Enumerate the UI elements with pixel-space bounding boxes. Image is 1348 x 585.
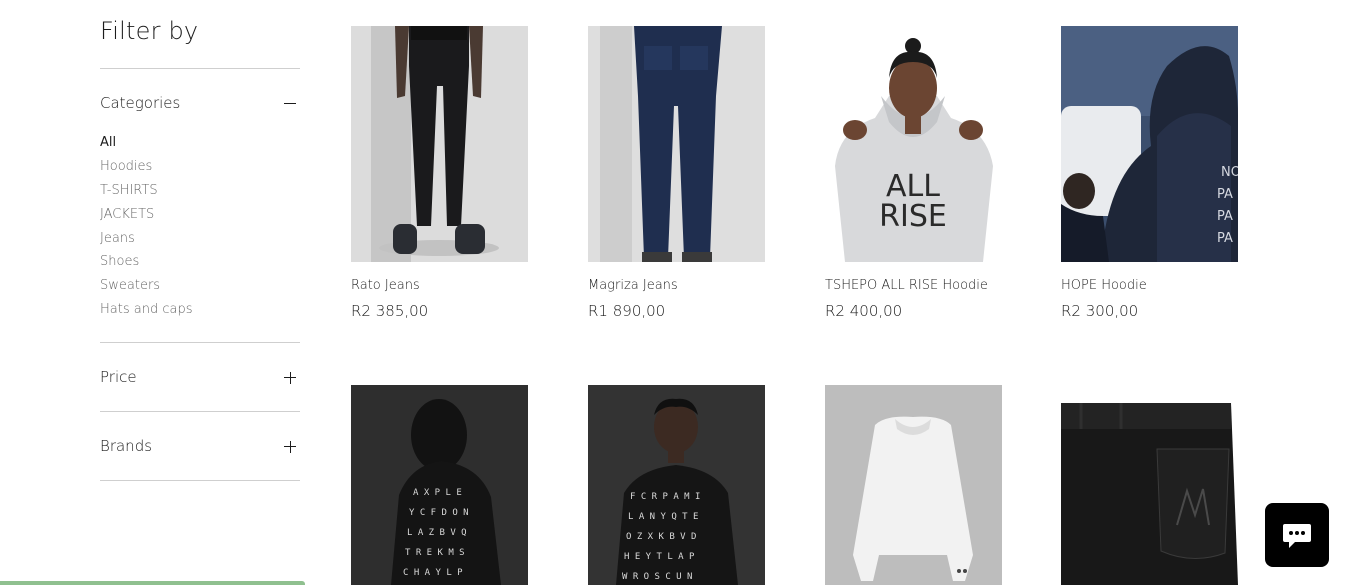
category-item-hats-and-caps[interactable]: Hats and caps bbox=[100, 301, 192, 325]
product-image[interactable]: F C R P A M I L A N Y Q T E O Z X K B V … bbox=[588, 385, 765, 585]
product-image[interactable] bbox=[588, 26, 765, 262]
price-section-toggle[interactable]: Price bbox=[100, 368, 300, 388]
chat-bubble-icon bbox=[1283, 524, 1311, 548]
svg-text:A X P L E: A X P L E bbox=[413, 488, 462, 498]
categories-section-toggle[interactable]: Categories bbox=[100, 94, 300, 114]
category-item-hoodies[interactable]: Hoodies bbox=[100, 158, 192, 182]
product-image[interactable] bbox=[351, 26, 528, 262]
category-item-shoes[interactable]: Shoes bbox=[100, 253, 192, 277]
category-list: All Hoodies T-SHIRTS JACKETS Jeans Shoes… bbox=[100, 134, 192, 325]
svg-text:O Z X K B V D: O Z X K B V D bbox=[626, 532, 696, 542]
chat-button[interactable] bbox=[1265, 503, 1329, 567]
category-item-t-shirts[interactable]: T-SHIRTS bbox=[100, 182, 192, 206]
svg-text:PA: PA bbox=[1217, 209, 1233, 224]
category-item-all[interactable]: All bbox=[100, 134, 192, 158]
product-image[interactable] bbox=[825, 385, 1002, 585]
svg-text:W R O S C U N: W R O S C U N bbox=[622, 572, 692, 582]
divider bbox=[100, 411, 300, 412]
brands-section-toggle[interactable]: Brands bbox=[100, 437, 300, 457]
product-price: R2 385,00 bbox=[351, 302, 429, 320]
product-price: R1 890,00 bbox=[588, 302, 666, 320]
svg-text:RISE: RISE bbox=[879, 199, 947, 234]
product-name[interactable]: TSHEPO ALL RISE Hoodie bbox=[825, 278, 988, 293]
svg-text:C H A Y L P: C H A Y L P bbox=[403, 568, 463, 578]
filter-title: Filter by bbox=[100, 17, 199, 45]
svg-text:T R E K M S: T R E K M S bbox=[405, 548, 465, 558]
plus-icon bbox=[284, 372, 296, 384]
divider bbox=[100, 68, 300, 69]
category-item-jackets[interactable]: JACKETS bbox=[100, 206, 192, 230]
divider bbox=[100, 480, 300, 481]
product-image[interactable]: A X P L E Y C F D O N L A Z B V Q T R E … bbox=[351, 385, 528, 585]
product-price: R2 400,00 bbox=[825, 302, 903, 320]
svg-text:PA: PA bbox=[1217, 231, 1233, 246]
svg-text:H E Y T L A P: H E Y T L A P bbox=[624, 552, 695, 562]
product-price: R2 300,00 bbox=[1061, 302, 1139, 320]
product-image[interactable]: ALL RISE bbox=[825, 26, 1002, 262]
price-label: Price bbox=[100, 368, 137, 386]
product-image[interactable] bbox=[1061, 385, 1238, 585]
bottom-banner-edge bbox=[0, 581, 305, 585]
svg-text:L A N Y Q T E: L A N Y Q T E bbox=[628, 512, 698, 522]
category-item-sweaters[interactable]: Sweaters bbox=[100, 277, 192, 301]
product-name[interactable]: HOPE Hoodie bbox=[1061, 278, 1147, 293]
svg-text:F C R P A M I: F C R P A M I bbox=[630, 492, 700, 502]
svg-text:PA: PA bbox=[1217, 187, 1233, 202]
plus-icon bbox=[284, 441, 296, 453]
divider bbox=[100, 342, 300, 343]
category-item-jeans[interactable]: Jeans bbox=[100, 230, 192, 254]
product-name[interactable]: Magriza Jeans bbox=[588, 278, 678, 293]
svg-text:Y C F D O N: Y C F D O N bbox=[409, 508, 469, 518]
minus-icon bbox=[284, 98, 296, 110]
product-image[interactable]: NO PA PA PA bbox=[1061, 26, 1238, 262]
svg-text:L A Z B V Q: L A Z B V Q bbox=[407, 528, 467, 538]
brands-label: Brands bbox=[100, 437, 153, 455]
categories-label: Categories bbox=[100, 94, 181, 112]
svg-text:NO: NO bbox=[1221, 165, 1238, 180]
product-name[interactable]: Rato Jeans bbox=[351, 278, 420, 293]
